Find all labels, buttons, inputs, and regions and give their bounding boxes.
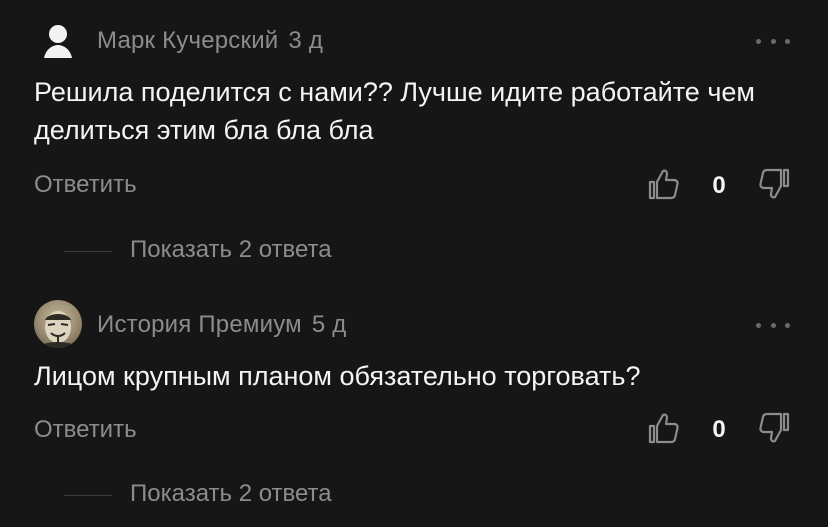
- avatar[interactable]: [34, 18, 82, 66]
- comment-text: Лицом крупным планом обязательно торгова…: [34, 361, 641, 391]
- vote-count: 0: [712, 172, 726, 199]
- comment-time: 3 д: [288, 27, 324, 54]
- mask-photo-icon: [38, 311, 78, 348]
- replies-divider: [64, 495, 112, 496]
- thumbs-up-icon[interactable]: [646, 166, 680, 202]
- thumbs-down-icon[interactable]: [758, 166, 792, 202]
- avatar[interactable]: [34, 300, 82, 348]
- show-replies-label[interactable]: Показать 2 ответа: [130, 480, 332, 508]
- comment-author[interactable]: История Премиум 5 д: [97, 311, 346, 339]
- comment-text: Решила поделится с нами?? Лучше идите ра…: [34, 77, 755, 145]
- user-silhouette-icon: [44, 25, 72, 58]
- comment-time: 5 д: [311, 311, 347, 338]
- show-replies-button[interactable]: Показать 2 ответа: [0, 234, 828, 270]
- show-replies-label[interactable]: Показать 2 ответа: [130, 236, 332, 264]
- more-dots-icon[interactable]: [756, 318, 790, 332]
- show-replies-button[interactable]: Показать 2 ответа: [0, 478, 828, 514]
- thumbs-up-icon[interactable]: [646, 410, 680, 446]
- reply-button[interactable]: Ответить: [34, 171, 137, 199]
- replies-divider: [64, 251, 112, 252]
- reply-button[interactable]: Ответить: [34, 416, 137, 444]
- vote-count: 0: [712, 416, 726, 443]
- comment-author[interactable]: Марк Кучерский 3 д: [97, 27, 323, 55]
- author-name[interactable]: Марк Кучерский: [97, 27, 278, 54]
- thumbs-down-icon[interactable]: [758, 410, 792, 446]
- author-name[interactable]: История Премиум: [97, 311, 302, 338]
- more-dots-icon[interactable]: [756, 34, 790, 48]
